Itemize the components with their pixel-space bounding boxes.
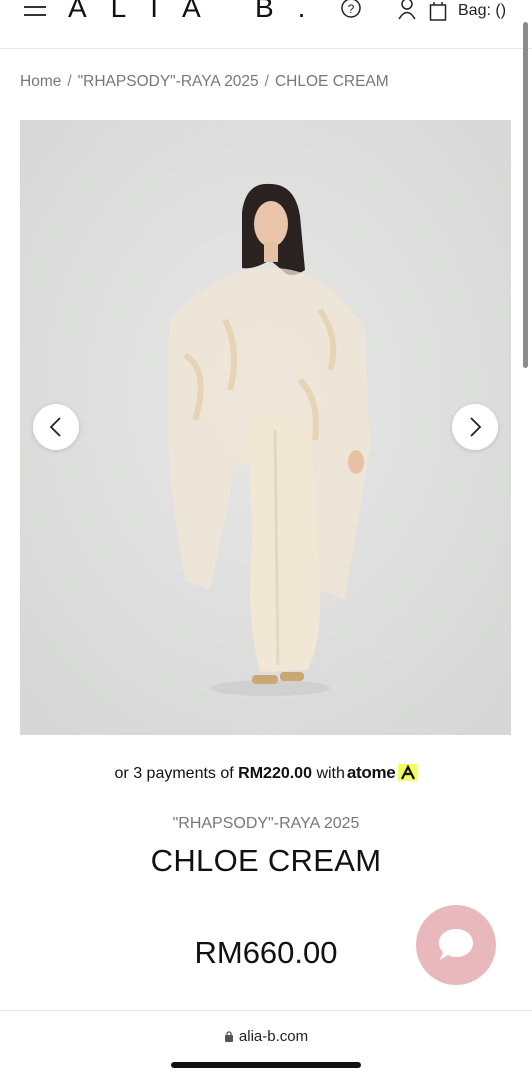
- installment-connector: with: [316, 765, 345, 782]
- brand-logo[interactable]: ALIA B.: [68, 0, 329, 24]
- bag-icon[interactable]: [429, 0, 447, 22]
- next-image-button[interactable]: [452, 404, 498, 450]
- chevron-right-icon: [470, 417, 482, 437]
- url-display[interactable]: alia-b.com: [0, 1028, 532, 1045]
- svg-text:?: ?: [348, 2, 355, 16]
- installment-info[interactable]: or 3 payments of RM220.00 with atome: [0, 763, 532, 783]
- breadcrumb-collection[interactable]: "RHAPSODY"-RAYA 2025: [78, 73, 259, 90]
- product-title: CHLOE CREAM: [150, 843, 382, 878]
- account-icon[interactable]: [398, 0, 416, 20]
- home-indicator[interactable]: [171, 1062, 361, 1068]
- product-collection[interactable]: "RHAPSODY"-RAYA 2025: [0, 815, 532, 833]
- help-icon[interactable]: ?: [340, 0, 362, 20]
- chat-bubble-icon: [439, 929, 473, 960]
- atome-icon: [398, 764, 418, 781]
- breadcrumb-home[interactable]: Home: [20, 73, 61, 90]
- breadcrumb-separator: /: [264, 73, 269, 90]
- breadcrumb: Home / "RHAPSODY"-RAYA 2025 / CHLOE CREAM: [20, 73, 389, 91]
- product-photo-illustration: [20, 120, 511, 735]
- chevron-left-icon: [49, 417, 61, 437]
- atome-logo: atome: [346, 763, 396, 782]
- installment-amount: RM220.00: [238, 765, 312, 782]
- menu-icon[interactable]: [24, 0, 46, 20]
- browser-address-bar[interactable]: alia-b.com: [0, 1010, 532, 1081]
- breadcrumb-separator: /: [67, 73, 72, 90]
- scrollbar[interactable]: [523, 22, 528, 368]
- bag-label[interactable]: Bag: (): [458, 2, 506, 20]
- chat-button[interactable]: [416, 905, 496, 985]
- previous-image-button[interactable]: [33, 404, 79, 450]
- url-text: alia-b.com: [238, 1028, 309, 1045]
- site-header: ALIA B. ? Bag: (): [0, 0, 532, 49]
- installment-prefix: or 3 payments of: [114, 765, 234, 782]
- product-image[interactable]: [20, 120, 511, 735]
- breadcrumb-current: CHLOE CREAM: [274, 73, 389, 90]
- lock-icon: [224, 1031, 233, 1042]
